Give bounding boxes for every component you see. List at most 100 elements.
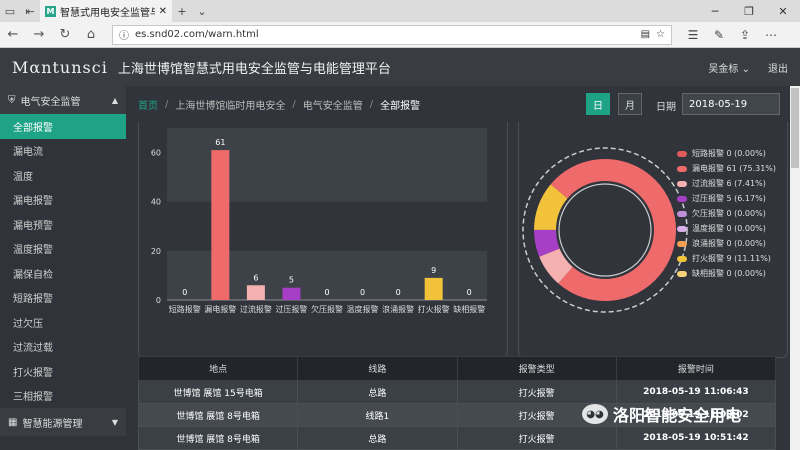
sidebar-item-over-under-voltage[interactable]: 过欠压 xyxy=(0,310,126,335)
restore-icon[interactable]: ❐ xyxy=(732,5,766,18)
legend-item[interactable]: 温度报警 0 (0.00%) xyxy=(677,221,776,236)
user-menu[interactable]: 吴金标 ⌄ xyxy=(708,60,750,75)
y-tick-label: 60 xyxy=(151,149,161,158)
cell-location: 世博馆 展馆 8号电箱 xyxy=(137,426,299,450)
legend-item[interactable]: 浪涌报警 0 (0.00%) xyxy=(677,236,776,251)
y-tick-label: 40 xyxy=(151,198,161,207)
table-header-row: 地点 线路 报警类型 报警时间 xyxy=(137,356,777,381)
legend-swatch xyxy=(677,270,687,277)
more-icon[interactable]: ⋯ xyxy=(758,28,784,42)
url-text: es.snd02.com/warn.html xyxy=(135,29,259,40)
breadcrumb-site[interactable]: 上海世博馆临时用电安全 xyxy=(175,97,285,112)
cell-location: 世博馆 展馆 15号电箱 xyxy=(137,380,299,404)
info-icon[interactable]: ⓘ xyxy=(119,27,129,42)
back-tabs-icon[interactable]: ⇤ xyxy=(20,0,40,22)
sidebar-item-three-phase-alarm[interactable]: 三相报警 xyxy=(0,384,126,409)
sidebar-item-overcurrent-overload[interactable]: 过流过载 xyxy=(0,335,126,360)
period-day-button[interactable]: 日 xyxy=(586,93,610,115)
sidebar-item-all-alarms[interactable]: 全部报警 xyxy=(0,114,126,139)
y-tick-label: 20 xyxy=(151,247,161,256)
browser-tab-active[interactable]: M 智慧式用电安全监管与电 ✕ xyxy=(40,0,172,22)
bar-value-label: 5 xyxy=(289,276,294,285)
tab-dropdown-icon[interactable]: ⌄ xyxy=(192,0,212,22)
pen-icon[interactable]: ✎ xyxy=(706,28,732,42)
period-month-button[interactable]: 月 xyxy=(618,93,642,115)
cell-line: 总路 xyxy=(297,426,458,450)
legend-label: 缺相报警 0 (0.00%) xyxy=(692,269,766,278)
legend-swatch xyxy=(677,150,687,157)
legend-swatch xyxy=(677,225,687,232)
share-icon[interactable]: ⇪ xyxy=(732,28,758,42)
home-icon[interactable]: ⌂ xyxy=(78,27,104,42)
x-tick-label: 缺相报警 xyxy=(453,304,485,314)
breadcrumb-separator: / xyxy=(369,98,374,110)
legend-item[interactable]: 过压报警 5 (6.17%) xyxy=(677,191,776,206)
sidebar-item-leakage-alarm[interactable]: 漏电报警 xyxy=(0,188,126,213)
bar xyxy=(424,277,443,300)
table-row[interactable]: 世博馆 展馆 15号电箱 总路 打火报警 2018-05-19 11:06:43 xyxy=(137,380,777,404)
legend-item[interactable]: 过流报警 6 (7.41%) xyxy=(677,176,776,191)
x-tick-label: 短路报警 xyxy=(169,304,201,314)
site-favicon-icon: M xyxy=(45,5,56,17)
legend-item[interactable]: 漏电报警 61 (75.31%) xyxy=(677,161,776,176)
browser-address-bar: ← → ↻ ⌂ ⓘ es.snd02.com/warn.html ▤ ☆ ☰ ✎… xyxy=(0,22,800,48)
tab-list-icon[interactable]: ▭ xyxy=(0,0,20,22)
sidebar-item-leakage-warning[interactable]: 漏电预警 xyxy=(0,212,126,237)
legend-swatch xyxy=(677,180,687,187)
col-header-line[interactable]: 线路 xyxy=(297,356,458,381)
window-controls: ─ ❐ ✕ xyxy=(698,5,800,18)
x-tick-label: 过流报警 xyxy=(240,304,272,314)
minimize-icon[interactable]: ─ xyxy=(698,5,732,18)
sidebar-item-short-circuit-alarm[interactable]: 短路报警 xyxy=(0,286,126,311)
address-input[interactable]: ⓘ es.snd02.com/warn.html ▤ ☆ xyxy=(112,24,672,45)
logout-link[interactable]: 退出 xyxy=(768,60,788,75)
favorites-hub-icon[interactable]: ☰ xyxy=(680,28,706,42)
legend-label: 漏电报警 61 (75.31%) xyxy=(692,164,777,173)
col-header-alarm-type[interactable]: 报警类型 xyxy=(456,356,617,381)
donut-chart-panel: 短路报警 0 (0.00%) 漏电报警 61 (75.31%) 过流报警 6 (7.… xyxy=(518,122,788,358)
back-arrow-icon[interactable]: ← xyxy=(0,27,26,42)
col-header-alarm-time[interactable]: 报警时间 xyxy=(615,356,777,381)
sidebar-item-temperature-alarm[interactable]: 温度报警 xyxy=(0,237,126,262)
platform-title: 上海世博馆智慧式用电安全监管与电能管理平台 xyxy=(117,61,391,77)
breadcrumb-section[interactable]: 电气安全监管 xyxy=(303,97,363,112)
breadcrumb-separator: / xyxy=(292,98,296,110)
refresh-icon[interactable]: ↻ xyxy=(52,27,78,42)
legend-item[interactable]: 打火报警 9 (11.11%) xyxy=(677,251,776,266)
page-scrollbar[interactable] xyxy=(790,86,800,450)
legend-label: 过压报警 5 (6.17%) xyxy=(692,194,766,203)
legend-item[interactable]: 欠压报警 0 (0.00%) xyxy=(677,206,776,221)
legend-item[interactable]: 缺相报警 0 (0.00%) xyxy=(677,266,776,281)
cell-line: 线路1 xyxy=(297,403,458,427)
tab-close-icon[interactable]: ✕ xyxy=(159,6,167,17)
shield-icon: ⛨ xyxy=(8,94,16,106)
sidebar-group-energy-management[interactable]: ▦ 智慧能源管理 ▼ xyxy=(0,408,126,436)
bar-value-label: 0 xyxy=(360,288,365,297)
breadcrumb-home[interactable]: 首页 xyxy=(138,97,158,112)
x-tick-label: 打火报警 xyxy=(418,304,450,314)
sidebar-item-protector-selftest[interactable]: 漏保自检 xyxy=(0,261,126,286)
scrollbar-thumb[interactable] xyxy=(791,88,799,168)
legend-swatch xyxy=(677,165,687,172)
favorite-star-icon[interactable]: ☆ xyxy=(656,29,665,40)
breadcrumb-current: 全部报警 xyxy=(380,100,421,112)
sidebar-item-leakage-current[interactable]: 漏电流 xyxy=(0,139,126,164)
table-row[interactable]: 世博馆 展馆 8号电箱 总路 打火报警 2018-05-19 10:51:42 xyxy=(137,426,777,450)
legend-label: 过流报警 6 (7.41%) xyxy=(692,179,766,188)
legend-swatch xyxy=(677,195,687,202)
forward-arrow-icon[interactable]: → xyxy=(26,27,52,42)
new-tab-button[interactable]: + xyxy=(172,0,192,22)
date-input[interactable] xyxy=(682,93,780,115)
chevron-down-icon: ⌄ xyxy=(741,63,750,75)
legend-item[interactable]: 短路报警 0 (0.00%) xyxy=(677,146,776,161)
x-tick-label: 过压报警 xyxy=(275,304,307,314)
wechat-icon: ◕◕ xyxy=(582,404,608,424)
sidebar-item-temperature[interactable]: 温度 xyxy=(0,163,126,188)
reading-view-icon[interactable]: ▤ xyxy=(641,29,650,40)
user-name: 吴金标 xyxy=(708,63,739,75)
sidebar-group-electrical-safety[interactable]: ⛨ 电气安全监管 ▲ xyxy=(0,86,126,114)
col-header-location[interactable]: 地点 xyxy=(137,356,299,381)
window-close-icon[interactable]: ✕ xyxy=(766,5,800,18)
caret-up-icon: ▲ xyxy=(111,95,118,105)
sidebar-item-arc-alarm[interactable]: 打火报警 xyxy=(0,359,126,384)
